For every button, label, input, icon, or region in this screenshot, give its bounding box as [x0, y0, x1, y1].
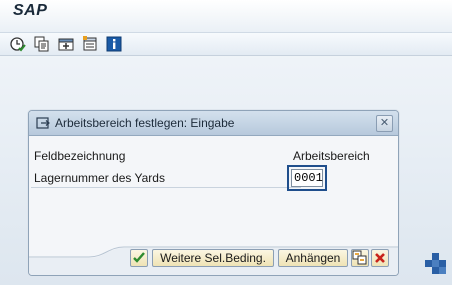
value-header: Arbeitsbereich — [293, 149, 370, 163]
dialog-window-icon — [36, 116, 50, 130]
application-toolbar — [0, 32, 452, 56]
more-conditions-button[interactable]: Weitere Sel.Beding. — [152, 249, 274, 267]
row-separator — [31, 187, 301, 188]
add-window-icon[interactable] — [58, 36, 74, 52]
multiple-selection-icon — [352, 250, 367, 265]
multi-select-button[interactable] — [351, 249, 369, 267]
sap-activity-icon — [425, 253, 446, 274]
selection-dialog: Arbeitsbereich festlegen: Eingabe ✕ Feld… — [28, 110, 399, 276]
title-bar: SAP — [0, 0, 452, 32]
field-label: Lagernummer des Yards — [34, 171, 165, 185]
field-name-header: Feldbezeichnung — [34, 149, 126, 163]
copy-icon[interactable] — [34, 36, 50, 52]
cancel-icon — [375, 253, 385, 263]
dialog-titlebar: Arbeitsbereich festlegen: Eingabe ✕ — [29, 111, 398, 136]
cancel-button[interactable] — [371, 249, 389, 267]
close-icon[interactable]: ✕ — [376, 115, 393, 132]
check-icon — [133, 252, 145, 263]
append-button[interactable]: Anhängen — [278, 249, 348, 267]
info-icon[interactable] — [106, 36, 122, 52]
confirm-button[interactable] — [130, 249, 148, 267]
execute-icon[interactable] — [10, 36, 26, 52]
dialog-title: Arbeitsbereich festlegen: Eingabe — [55, 116, 235, 130]
sap-logo: SAP — [13, 2, 48, 19]
select-icon[interactable] — [82, 36, 98, 52]
warehouse-number-input[interactable]: 0001 — [291, 169, 323, 187]
